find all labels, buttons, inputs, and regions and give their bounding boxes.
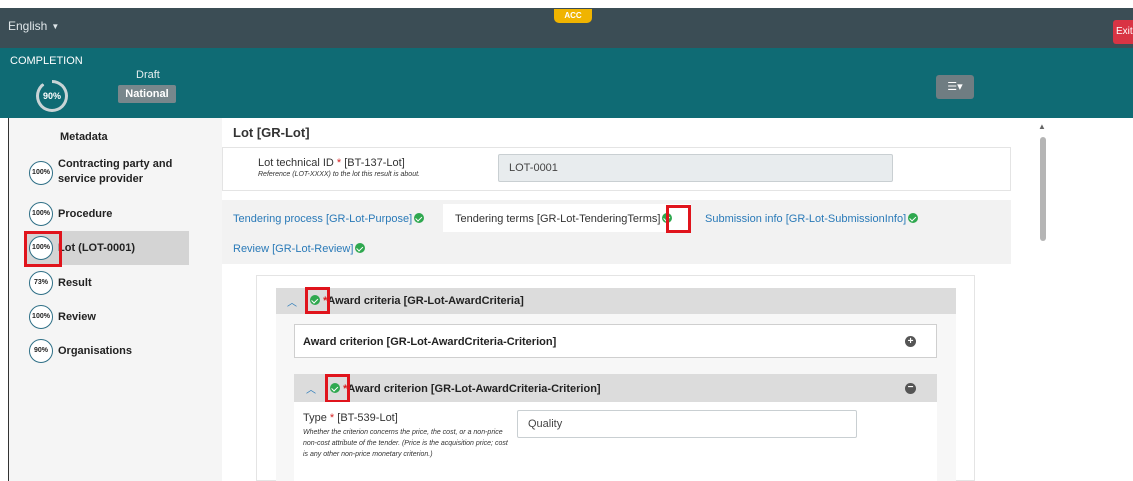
lot-id-field[interactable]: LOT-0001 [498,154,893,182]
sidebar-item-label: Review [58,311,96,323]
progress-badge: 100% [29,161,53,185]
progress-badge: 90% [29,339,53,363]
progress-badge: 100% [29,305,53,329]
sliders-icon: ☰▾ [947,81,963,93]
highlight-box [305,287,330,314]
completion-pct: 90% [39,83,65,109]
tab-submission-info[interactable]: Submission info [GR-Lot-SubmissionInfo] [705,212,919,225]
chevron-up-icon[interactable]: ︿ [287,294,297,309]
check-circle-icon [355,243,366,253]
sidebar-item-review[interactable]: 100% Review [27,300,189,334]
scope-badge: National [118,85,176,103]
sidebar-item-result[interactable]: 73% Result [27,266,189,300]
sidebar-item-label: Lot (LOT-0001) [58,242,136,254]
award-criterion-title: Award criterion [GR-Lot-AwardCriteria-Cr… [303,336,557,348]
tab-tendering-terms[interactable]: Tendering terms [GR-Lot-TenderingTerms] [455,212,673,225]
sidebar-item-label: Procedure [58,208,113,220]
sidebar-item-label: Result [58,277,92,289]
award-criteria-title-text: Award criteria [GR-Lot-AwardCriteria] [327,295,524,307]
award-criterion-title: *Award criterion [GR-Lot-AwardCriteria-C… [328,382,601,395]
sidebar-item-label: Organisations [58,345,132,357]
lot-id-help: Reference (LOT-XXXX) to the lot this res… [258,171,420,178]
language-selector[interactable]: English ▼ [8,19,59,33]
page-title: Lot [GR-Lot] [233,125,310,140]
lot-id-label-text: Lot technical ID [258,157,334,169]
scroll-up-icon[interactable]: ▲ [1038,122,1046,131]
tab-label: Submission info [GR-Lot-SubmissionInfo] [705,213,907,225]
scrollbar-thumb[interactable] [1040,137,1046,241]
language-label: English [8,19,48,33]
tab-label: Tendering terms [GR-Lot-TenderingTerms] [455,213,661,225]
caret-down-icon: ▼ [51,22,60,31]
tab-label: Review [GR-Lot-Review] [233,243,354,255]
progress-badge: 73% [29,271,53,295]
completion-label: COMPLETION [10,55,83,67]
type-code: [BT-539-Lot] [337,412,398,424]
sidebar-item-organisations[interactable]: 90% Organisations [27,334,189,368]
check-circle-icon [414,213,425,223]
lot-id-label: Lot technical ID * [BT-137-Lot] [258,157,405,169]
lot-id-code: [BT-137-Lot] [344,157,405,169]
completion-gauge: 90% [36,80,68,112]
exit-button[interactable]: Exit [1113,20,1133,44]
sidebar-item-contracting-party[interactable]: 100% Contracting party and service provi… [27,155,189,189]
tab-tendering-process[interactable]: Tendering process [GR-Lot-Purpose] [233,212,425,225]
highlight-box [325,374,350,403]
sidebar-title[interactable]: Metadata [60,131,108,143]
chevron-up-icon[interactable]: ︿ [306,381,316,396]
type-help: Whether the criterion concerns the price… [303,429,508,458]
type-label: Type * [BT-539-Lot] [303,412,398,424]
type-label-text: Type [303,412,327,424]
sidebar-item-label: Contracting party and service provider [58,158,173,185]
plus-circle-icon[interactable]: + [905,336,916,347]
required-marker: * [329,412,335,424]
environment-badge: ACC [554,9,592,23]
tab-label: Tendering process [GR-Lot-Purpose] [233,213,413,225]
status-label: Draft [136,69,160,81]
type-field[interactable]: Quality [517,410,857,438]
check-circle-icon [908,213,919,223]
sidebar-item-procedure[interactable]: 100% Procedure [27,198,189,232]
top-strip [0,0,1133,8]
highlight-box [666,205,691,233]
award-criteria-title: *Award criteria [GR-Lot-AwardCriteria] [308,294,524,307]
progress-badge: 100% [29,202,53,226]
minus-circle-icon[interactable]: − [905,383,916,394]
tab-review[interactable]: Review [GR-Lot-Review] [233,242,366,255]
app-window: English ▼ ACC Exit COMPLETION 90% Draft N… [0,0,1133,481]
required-marker: * [336,157,342,169]
award-criterion-title-text: Award criterion [GR-Lot-AwardCriteria-Cr… [347,383,601,395]
filter-button[interactable]: ☰▾ [936,75,974,99]
highlight-box [24,231,62,267]
